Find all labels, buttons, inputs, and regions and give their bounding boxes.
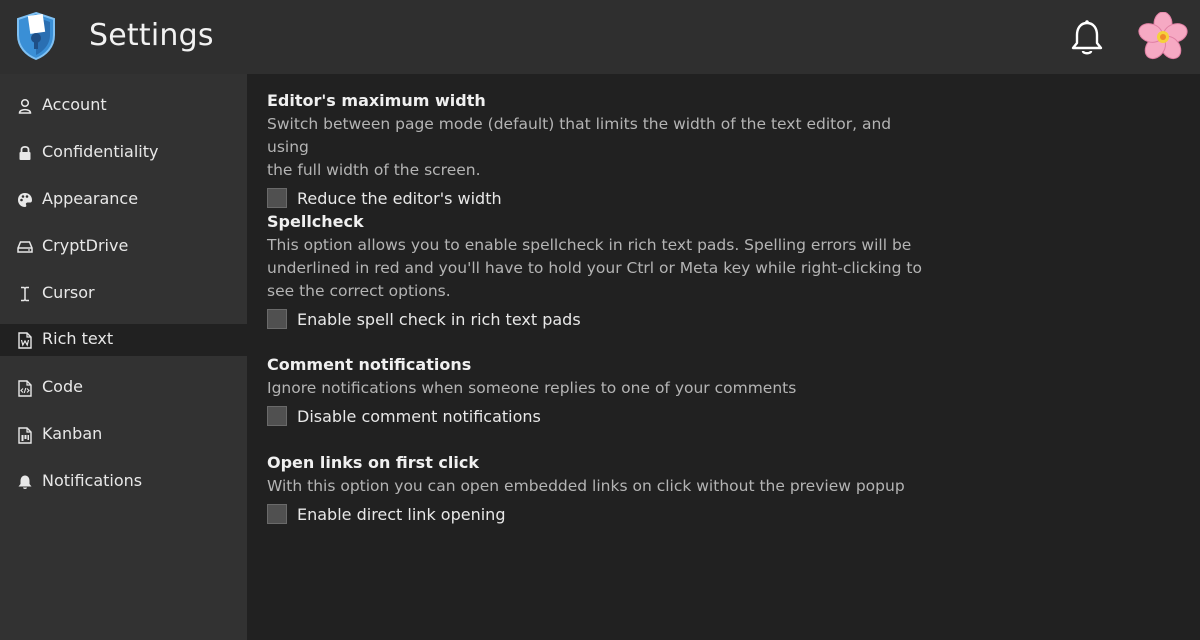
section-description: Switch between page mode (default) that …	[267, 113, 927, 182]
sidebar-item-notifications[interactable]: Notifications	[0, 466, 247, 498]
palette-icon	[16, 191, 34, 209]
description-line: see the correct options.	[267, 282, 451, 300]
comment-notifications-checkbox[interactable]	[267, 406, 287, 426]
sidebar-item-rich-text[interactable]: Rich text	[0, 324, 247, 356]
lock-icon	[16, 144, 34, 162]
section-title: Comment notifications	[267, 355, 472, 374]
comment-notifications-option[interactable]: Disable comment notifications	[267, 404, 927, 428]
checkbox-label[interactable]: Reduce the editor's width	[297, 189, 502, 208]
checkbox-label[interactable]: Enable direct link opening	[297, 505, 505, 524]
bell-icon[interactable]	[1068, 18, 1106, 58]
sidebar-item-label: Confidentiality	[42, 142, 159, 161]
sidebar-item-confidentiality[interactable]: Confidentiality	[0, 137, 247, 169]
description-line: Ignore notifications when someone replie…	[267, 379, 797, 397]
spellcheck-option[interactable]: Enable spell check in rich text pads	[267, 307, 927, 331]
code-file-icon	[16, 379, 34, 397]
rich-text-file-icon	[16, 331, 34, 349]
bell-icon	[16, 473, 34, 491]
setting-open-links: Open links on first click With this opti…	[267, 452, 927, 526]
cherry-blossom-avatar[interactable]	[1136, 12, 1190, 62]
settings-content: Editor's maximum width Switch between pa…	[247, 74, 1200, 640]
drive-icon	[16, 238, 34, 256]
direct-link-option[interactable]: Enable direct link opening	[267, 502, 927, 526]
sidebar-item-label: Cursor	[42, 283, 95, 302]
description-line: the full width of the screen.	[267, 161, 481, 179]
section-title: Open links on first click	[267, 453, 479, 472]
description-line: underlined in red and you'll have to hol…	[267, 259, 922, 277]
reduce-width-checkbox[interactable]	[267, 188, 287, 208]
sidebar-item-label: Code	[42, 377, 83, 396]
sidebar-item-appearance[interactable]: Appearance	[0, 184, 247, 216]
checkbox-label[interactable]: Disable comment notifications	[297, 407, 541, 426]
sidebar-item-code[interactable]: Code	[0, 372, 247, 404]
section-description: With this option you can open embedded l…	[267, 475, 927, 498]
settings-sidebar: Account Confidentiality Appearance Crypt…	[0, 74, 247, 640]
description-line: Switch between page mode (default) that …	[267, 115, 892, 156]
user-icon	[16, 97, 34, 115]
sidebar-item-label: Appearance	[42, 189, 139, 208]
text-cursor-icon	[16, 285, 34, 303]
setting-spellcheck: Spellcheck This option allows you to ena…	[267, 211, 927, 331]
page-title: Settings	[89, 18, 214, 53]
section-description: This option allows you to enable spellch…	[267, 234, 927, 303]
description-line: With this option you can open embedded l…	[267, 477, 905, 495]
setting-comment-notifications: Comment notifications Ignore notificatio…	[267, 354, 927, 428]
direct-link-checkbox[interactable]	[267, 504, 287, 524]
sidebar-item-label: CryptDrive	[42, 236, 129, 255]
sidebar-item-label: Account	[42, 95, 107, 114]
top-bar: Settings	[0, 0, 1200, 74]
checkbox-label[interactable]: Enable spell check in rich text pads	[297, 310, 581, 329]
sidebar-item-kanban[interactable]: Kanban	[0, 419, 247, 451]
kanban-file-icon	[16, 426, 34, 444]
sidebar-item-cursor[interactable]: Cursor	[0, 278, 247, 310]
sidebar-item-account[interactable]: Account	[0, 90, 247, 122]
section-title: Spellcheck	[267, 212, 364, 231]
sidebar-item-label: Kanban	[42, 424, 103, 443]
section-title: Editor's maximum width	[267, 91, 486, 110]
setting-editor-width: Editor's maximum width Switch between pa…	[267, 90, 927, 210]
cryptpad-shield-icon[interactable]	[14, 11, 58, 61]
sidebar-item-label: Notifications	[42, 471, 143, 490]
sidebar-item-label: Rich text	[42, 329, 114, 348]
sidebar-item-cryptdrive[interactable]: CryptDrive	[0, 231, 247, 263]
reduce-width-option[interactable]: Reduce the editor's width	[267, 186, 927, 210]
spellcheck-checkbox[interactable]	[267, 309, 287, 329]
section-description: Ignore notifications when someone replie…	[267, 377, 927, 400]
description-line: This option allows you to enable spellch…	[267, 236, 912, 254]
